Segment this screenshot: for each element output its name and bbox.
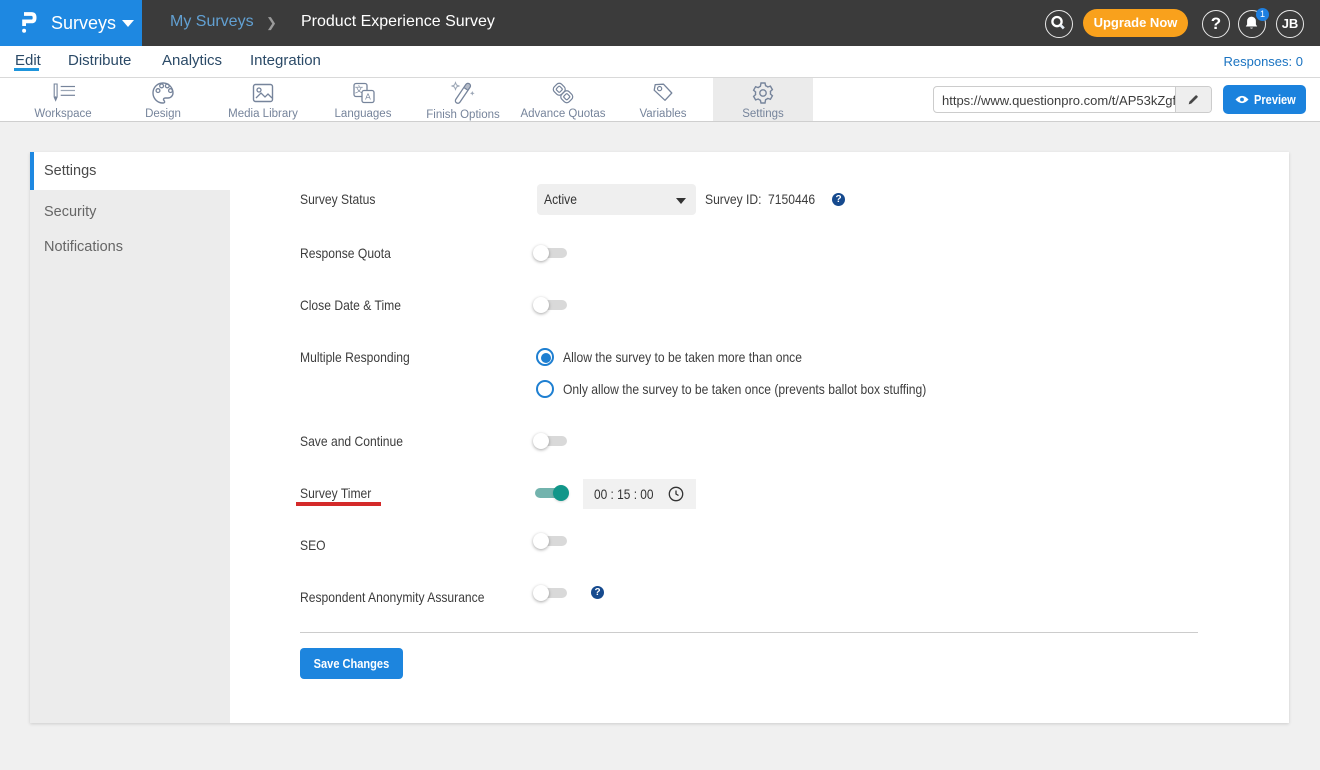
svg-text:A: A — [365, 92, 371, 102]
